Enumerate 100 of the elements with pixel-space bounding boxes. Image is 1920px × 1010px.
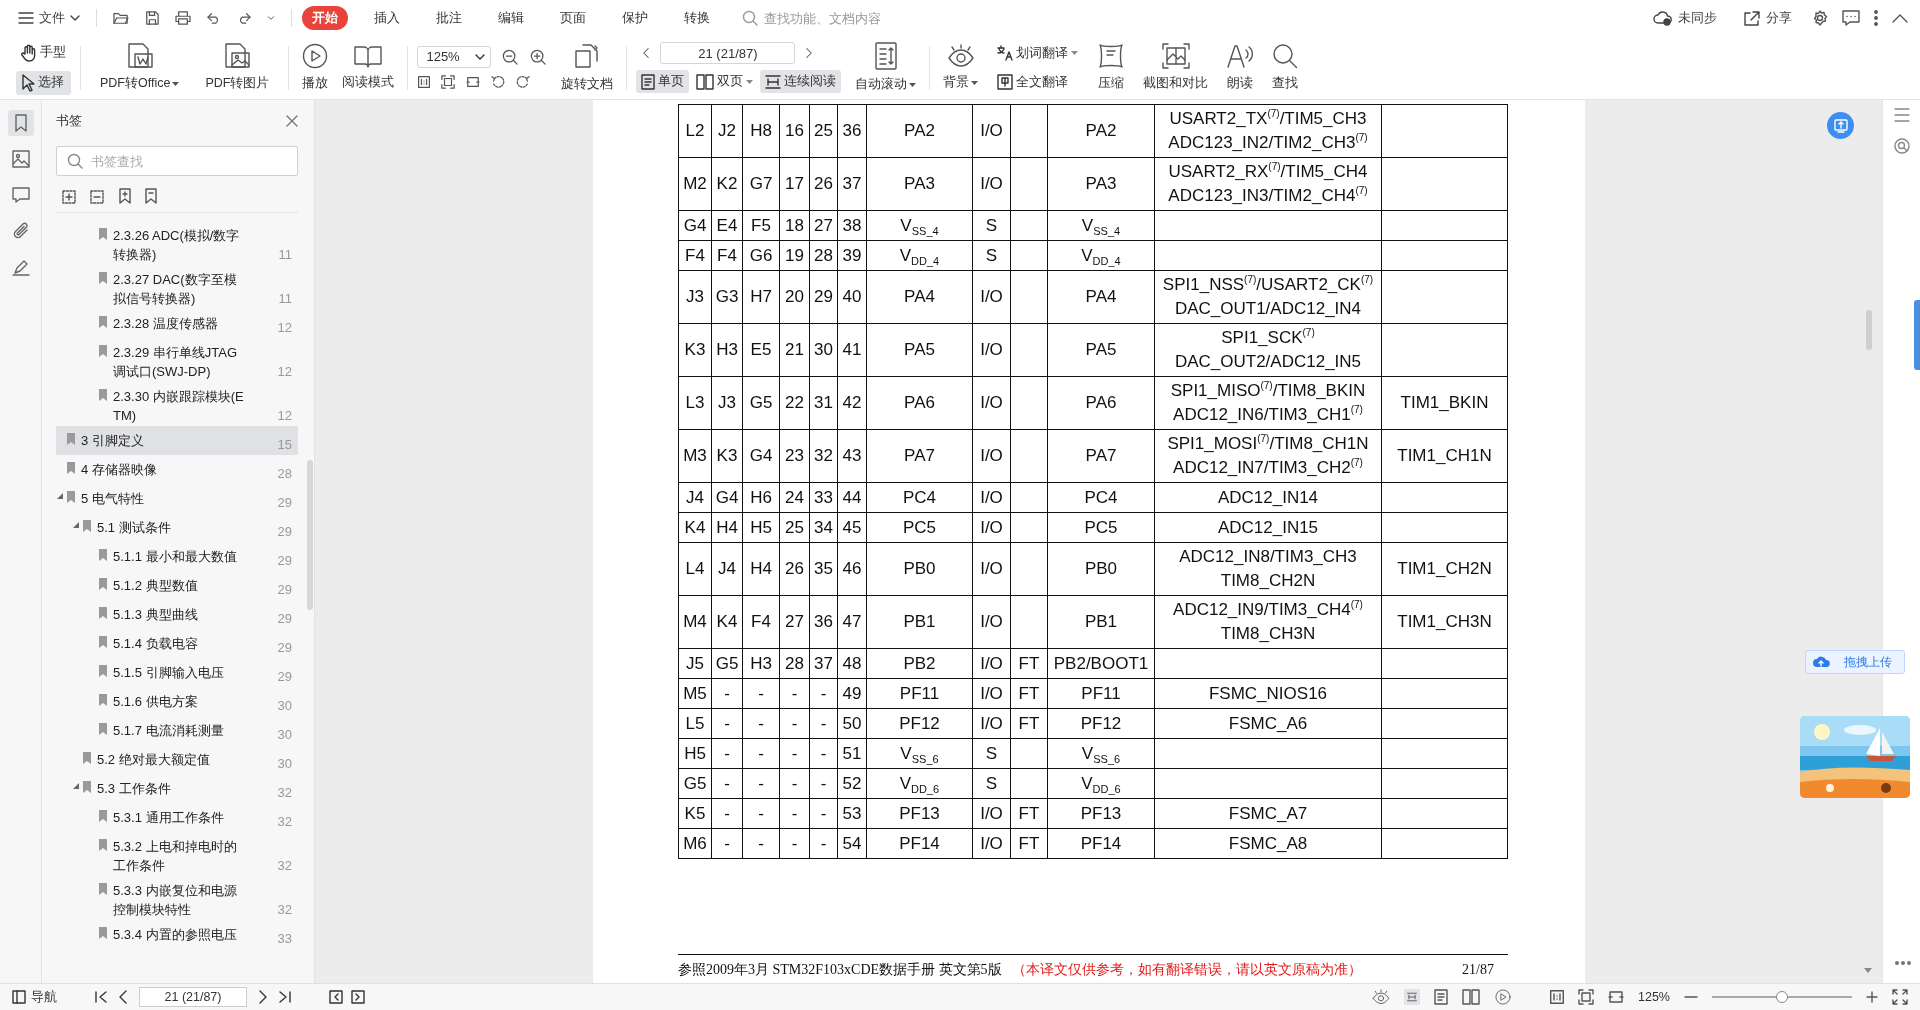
play-icon[interactable] <box>1494 989 1512 1005</box>
print-icon[interactable] <box>174 10 192 26</box>
rotate-left-icon[interactable] <box>490 73 507 90</box>
toolbar-button[interactable]: 连续阅读 <box>760 70 842 93</box>
single-page-icon[interactable] <box>1434 989 1448 1005</box>
menu-tab[interactable]: 插入 <box>364 6 410 30</box>
zoom-out-icon[interactable] <box>1684 995 1698 999</box>
zoom-out-icon[interactable] <box>501 47 520 66</box>
zoom-in-icon[interactable] <box>1866 991 1878 1003</box>
eye-icon[interactable] <box>1372 989 1390 1005</box>
next-page-icon[interactable] <box>259 990 267 1004</box>
bookmark-item[interactable]: 5.3 工作条件 32 <box>56 774 298 803</box>
expand-all-icon[interactable] <box>62 188 78 204</box>
toolbar-button[interactable]: 全文翻译 <box>992 70 1084 94</box>
bookmark-item[interactable]: 2.3.28 温度传感器 12 <box>56 309 298 338</box>
first-page-icon[interactable] <box>95 991 107 1003</box>
menu-tab[interactable]: 开始 <box>302 6 348 30</box>
expanded-icon[interactable] <box>72 521 80 529</box>
bookmark-item[interactable]: 5.1.3 典型曲线 29 <box>56 600 298 629</box>
back-icon[interactable] <box>329 990 343 1004</box>
scrollbar-thumb[interactable] <box>307 460 313 610</box>
actual-size-icon[interactable] <box>417 74 432 89</box>
search-icon[interactable] <box>1893 138 1910 154</box>
toolbar-button[interactable]: 双页 <box>691 70 759 93</box>
toolbar-button[interactable]: 手型 <box>16 40 71 65</box>
upload-button[interactable]: 拖拽上传 <box>1805 650 1905 674</box>
save-icon[interactable] <box>144 10 160 26</box>
continuous-page-icon[interactable] <box>1404 989 1420 1005</box>
expanded-icon[interactable] <box>56 492 64 500</box>
zoom-in-icon[interactable] <box>529 47 548 66</box>
bookmark-item[interactable]: 5.1.7 电流消耗测量 30 <box>56 716 298 745</box>
navigation-button[interactable]: 导航 <box>12 988 57 1006</box>
more-icon[interactable] <box>1874 10 1878 26</box>
bookmark-item[interactable]: 2.3.30 内嵌跟踪模块(ETM) 12 <box>56 382 298 426</box>
bookmark-item[interactable]: 5.1 测试条件 29 <box>56 513 298 542</box>
bookmark-icon[interactable] <box>144 188 158 204</box>
page-number-field[interactable]: 21 (21/87) <box>139 987 247 1007</box>
menu-tab[interactable]: 页面 <box>550 6 596 30</box>
menu-tab[interactable]: 保护 <box>612 6 658 30</box>
fullscreen-icon[interactable] <box>1892 989 1908 1005</box>
more-icon[interactable] <box>1895 961 1911 965</box>
bookmark-item[interactable]: 5.1.2 典型数值 29 <box>56 571 298 600</box>
sidebar-tab[interactable] <box>7 110 34 136</box>
bookmark-item[interactable]: 5.2 绝对最大额定值 30 <box>56 745 298 774</box>
toolbar-button[interactable]: 划词翻译 <box>992 41 1084 65</box>
toolbar-button[interactable]: 自动滚动 <box>851 39 921 96</box>
bookmark-item[interactable]: 4 存储器映像 28 <box>56 455 298 484</box>
toolbar-button[interactable]: 朗读 <box>1222 40 1259 95</box>
scrollbar-thumb[interactable] <box>1866 310 1872 350</box>
toolbar-button[interactable]: PDF转Office <box>96 40 184 95</box>
previous-page-icon[interactable] <box>119 990 127 1004</box>
toolbar-button[interactable]: 播放 <box>298 40 333 95</box>
toolbar-button[interactable]: 截图和对比 <box>1139 40 1213 95</box>
zoom-dropdown[interactable]: 125% <box>417 45 492 68</box>
bookmark-item[interactable]: 5.1.1 最小和最大数值 29 <box>56 542 298 571</box>
close-icon[interactable] <box>286 115 298 127</box>
menu-tab[interactable]: 转换 <box>674 6 720 30</box>
bookmark-item[interactable]: 5.3.1 通用工作条件 32 <box>56 803 298 832</box>
toolbar-button[interactable]: 单页 <box>636 70 690 93</box>
collapse-icon[interactable] <box>1892 13 1908 23</box>
actual-size-icon[interactable] <box>1550 990 1564 1004</box>
scroll-down-icon[interactable] <box>1864 968 1872 973</box>
forward-icon[interactable] <box>351 990 365 1004</box>
comment-icon[interactable] <box>1842 10 1860 26</box>
bookmark-item[interactable]: 5.1.4 负载电容 29 <box>56 629 298 658</box>
bookmark-item[interactable]: 5 电气特性 29 <box>56 484 298 513</box>
settings-icon[interactable] <box>1812 10 1828 26</box>
fit-width-icon[interactable] <box>1608 989 1624 1005</box>
bookmark-item[interactable]: 5.3.4 内置的参照电压 33 <box>56 920 298 949</box>
bookmark-item[interactable]: 5.1.5 引脚输入电压 29 <box>56 658 298 687</box>
menu-tab[interactable]: 批注 <box>426 6 472 30</box>
last-page-icon[interactable] <box>279 991 291 1003</box>
open-folder-icon[interactable] <box>112 10 130 26</box>
toolbar-button[interactable]: PDF转图片 <box>201 40 274 95</box>
bookmark-item[interactable]: 2.3.27 DAC(数字至模拟信号转换器) 11 <box>56 265 298 309</box>
bookmark-item[interactable]: 5.1.6 供电方案 30 <box>56 687 298 716</box>
file-menu[interactable]: 文件 <box>12 5 86 31</box>
toolbar-button[interactable]: 压缩 <box>1093 40 1130 95</box>
chevron-down-icon[interactable] <box>266 15 276 21</box>
share-button[interactable]: 分享 <box>1737 5 1798 31</box>
toolbar-button[interactable]: 选择 <box>16 70 71 95</box>
bookmark-item[interactable]: 3 引脚定义 15 <box>56 426 298 455</box>
search-field[interactable]: 书签查找 <box>56 146 298 176</box>
bookmark-item[interactable]: 5.3.3 内嵌复位和电源控制模块特性 32 <box>56 876 298 920</box>
search-field[interactable]: 查找功能、文档内容 <box>762 9 902 27</box>
toolbar-button[interactable]: 查找 <box>1268 40 1303 95</box>
add-bookmark-icon[interactable] <box>118 188 132 204</box>
toolbar-button[interactable]: 阅读模式 <box>338 41 399 94</box>
toolbar-button[interactable]: 旋转文档 <box>557 39 618 96</box>
expanded-icon[interactable] <box>72 782 80 790</box>
double-page-icon[interactable] <box>1462 989 1480 1005</box>
page-number-field[interactable]: 21 (21/87) <box>660 42 796 64</box>
bookmark-item[interactable]: 5.3.2 上电和掉电时的工作条件 32 <box>56 832 298 876</box>
fit-page-icon[interactable] <box>1578 989 1594 1005</box>
bookmark-item[interactable]: 2.3.29 串行单线JTAG调试口(SWJ-DP) 12 <box>56 338 298 382</box>
fit-page-icon[interactable] <box>440 73 457 90</box>
rotate-right-icon[interactable] <box>515 73 532 90</box>
collapse-all-icon[interactable] <box>90 188 106 204</box>
slider-thumb[interactable] <box>1776 991 1788 1003</box>
toolbar-button[interactable]: 背景 <box>939 41 983 94</box>
